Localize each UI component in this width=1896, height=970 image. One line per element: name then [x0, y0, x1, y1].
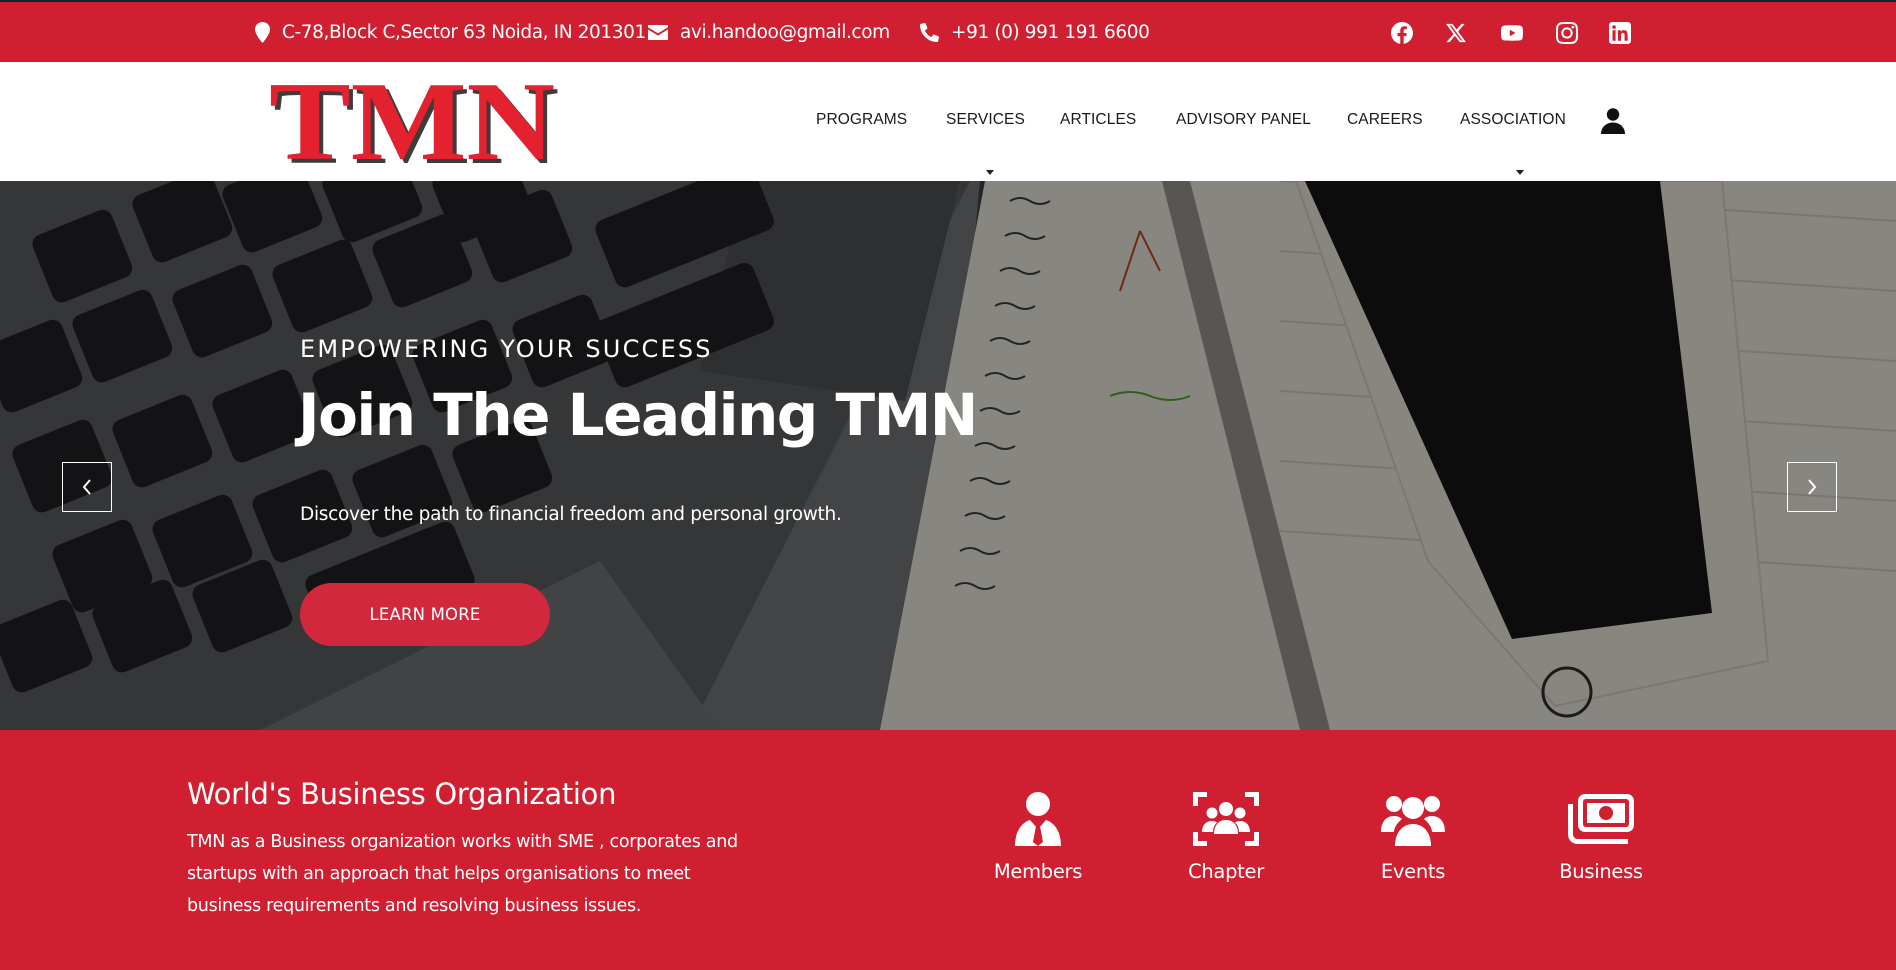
nav-careers[interactable]: CAREERS — [1347, 111, 1423, 129]
feature-events[interactable]: Events — [1343, 792, 1483, 883]
about-band: World's Business Organization TMN as a B… — [0, 730, 1896, 970]
band-title: World's Business Organization — [187, 777, 617, 811]
nav-articles[interactable]: ARTICLES — [1060, 111, 1136, 129]
hero-eyebrow: EMPOWERING YOUR SUCCESS — [300, 335, 713, 363]
svg-text:TMN: TMN — [269, 76, 555, 172]
services-dropdown-caret-icon[interactable] — [986, 170, 994, 175]
member-icon — [1015, 792, 1061, 846]
feature-chapter[interactable]: Chapter — [1156, 792, 1296, 883]
slider-next-button[interactable] — [1787, 462, 1837, 512]
user-icon[interactable] — [1601, 108, 1625, 134]
phone-text[interactable]: +91 (0) 991 191 6600 — [951, 22, 1150, 43]
chevron-right-icon — [1808, 479, 1817, 495]
address-info: C-78,Block C,Sector 63 Noida, IN 201301 — [255, 2, 646, 62]
nav-association[interactable]: ASSOCIATION — [1460, 111, 1566, 129]
chevron-left-icon — [82, 479, 91, 495]
email-info[interactable]: avi.handoo@gmail.com — [648, 2, 890, 62]
slider-prev-button[interactable] — [62, 462, 112, 512]
linkedin-icon[interactable] — [1608, 21, 1632, 45]
location-pin-icon — [255, 21, 270, 43]
nav-advisory-panel[interactable]: ADVISORY PANEL — [1176, 111, 1311, 129]
phone-icon — [920, 22, 939, 42]
learn-more-button[interactable]: LEARN MORE — [300, 583, 550, 646]
hero-dark-overlay — [0, 181, 1896, 730]
feature-members[interactable]: Members — [968, 792, 1108, 883]
address-text: C-78,Block C,Sector 63 Noida, IN 201301 — [282, 21, 646, 43]
money-icon — [1568, 794, 1634, 844]
envelope-icon — [648, 24, 668, 40]
hero-title: Join The Leading TMN — [298, 381, 978, 449]
hero-slider: EMPOWERING YOUR SUCCESS Join The Leading… — [0, 181, 1896, 730]
users-icon — [1381, 796, 1445, 846]
feature-label: Members — [993, 860, 1083, 883]
hero-subtitle: Discover the path to financial freedom a… — [300, 504, 842, 525]
facebook-icon[interactable] — [1390, 21, 1414, 45]
email-text[interactable]: avi.handoo@gmail.com — [680, 22, 890, 43]
main-header: TMN TMN PROGRAMS SERVICES ARTICLES ADVIS… — [0, 62, 1896, 181]
tmn-logo[interactable]: TMN TMN — [266, 76, 566, 172]
association-dropdown-caret-icon[interactable] — [1516, 170, 1524, 175]
x-icon[interactable] — [1444, 21, 1468, 45]
top-contact-bar: C-78,Block C,Sector 63 Noida, IN 201301 … — [0, 0, 1896, 62]
feature-label: Business — [1559, 860, 1643, 883]
nav-programs[interactable]: PROGRAMS — [816, 111, 907, 129]
nav-services[interactable]: SERVICES — [946, 111, 1025, 129]
feature-label: Events — [1380, 860, 1446, 883]
phone-info[interactable]: +91 (0) 991 191 6600 — [920, 2, 1150, 62]
instagram-icon[interactable] — [1555, 21, 1579, 45]
youtube-icon[interactable] — [1500, 21, 1524, 45]
feature-label: Chapter — [1188, 860, 1264, 883]
band-description: TMN as a Business organization works wit… — [187, 832, 738, 916]
group-icon — [1193, 792, 1259, 846]
feature-business[interactable]: Business — [1531, 792, 1671, 883]
